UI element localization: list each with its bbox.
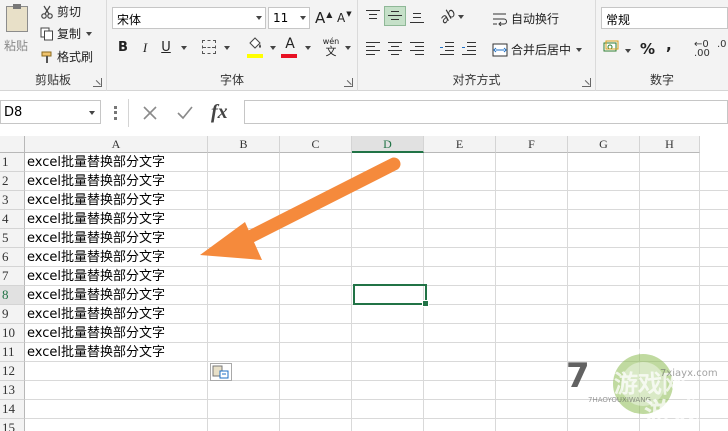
watermark-brand-bottom: 游戏 bbox=[644, 397, 701, 430]
watermark-number: 7 bbox=[566, 356, 590, 396]
watermark-logo: 7 游戏网 7HAOYOUXIWANG 游戏 7xiayx.com bbox=[548, 348, 728, 431]
watermark-url: 7xiayx.com bbox=[660, 368, 718, 379]
watermark-pinyin: 7HAOYOUXIWANG bbox=[588, 396, 651, 404]
